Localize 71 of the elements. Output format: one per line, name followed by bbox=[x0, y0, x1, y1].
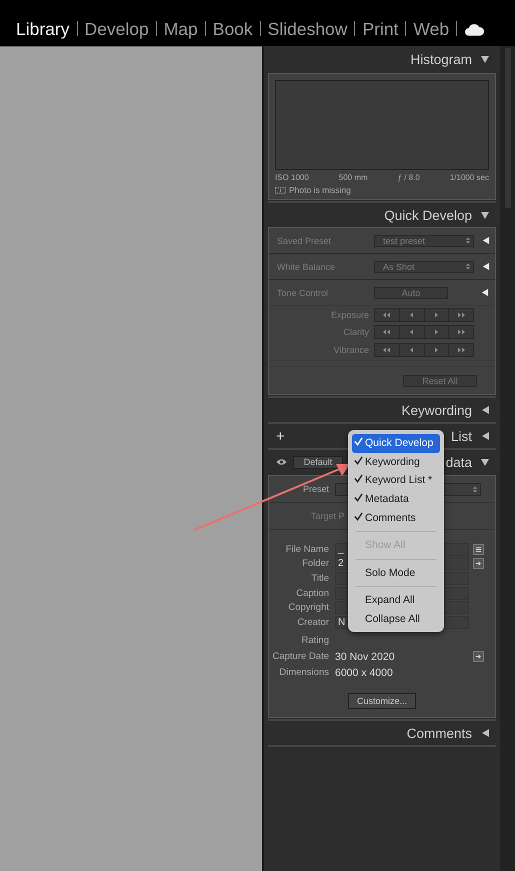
collapse-triangle-icon[interactable] bbox=[480, 457, 490, 467]
module-tab[interactable]: Book bbox=[206, 18, 260, 40]
menu-item[interactable]: Metadata bbox=[352, 490, 440, 508]
photo-missing-icon bbox=[275, 186, 286, 194]
module-tab[interactable]: Library bbox=[16, 18, 76, 40]
expand-triangle-icon[interactable] bbox=[480, 431, 490, 441]
triangle-icon[interactable] bbox=[480, 288, 489, 297]
module-tab[interactable]: Web bbox=[406, 18, 456, 40]
double-left-icon[interactable] bbox=[382, 312, 392, 318]
list-icon[interactable] bbox=[473, 544, 484, 555]
collapse-triangle-icon[interactable] bbox=[480, 210, 490, 220]
eye-icon[interactable] bbox=[276, 458, 287, 466]
row-label: White Balance bbox=[277, 262, 336, 272]
menu-item[interactable]: Collapse All bbox=[352, 610, 440, 628]
row-label: Exposure bbox=[330, 310, 370, 320]
customize-button[interactable]: Customize... bbox=[348, 692, 416, 709]
collapse-triangle-icon[interactable] bbox=[480, 54, 490, 64]
field-label: Dimensions bbox=[278, 667, 330, 678]
menu-item[interactable]: Quick Develop bbox=[352, 434, 440, 453]
menu-item[interactable]: Solo Mode bbox=[352, 564, 440, 582]
panel-title[interactable]: Histogram bbox=[410, 52, 472, 66]
triangle-icon[interactable] bbox=[481, 262, 490, 271]
field-label: File Name bbox=[284, 544, 330, 555]
module-tab[interactable]: Slideshow bbox=[260, 18, 354, 40]
row-label: Saved Preset bbox=[277, 236, 332, 246]
expand-triangle-icon[interactable] bbox=[480, 405, 490, 415]
exif-info: ISO 1000 bbox=[275, 173, 309, 182]
double-right-icon[interactable] bbox=[456, 347, 466, 353]
cloud-icon[interactable] bbox=[465, 24, 484, 36]
row-label: Tone Control bbox=[277, 288, 330, 298]
panel-title[interactable]: Comments bbox=[406, 726, 472, 740]
spinner-icon[interactable] bbox=[465, 236, 471, 245]
triangle-icon[interactable] bbox=[481, 236, 490, 245]
field-value: 30 Nov 2020 bbox=[335, 650, 395, 663]
field-label: Rating bbox=[300, 635, 330, 646]
field-label: Creator bbox=[296, 616, 330, 628]
menu-item[interactable]: Expand All bbox=[352, 591, 440, 610]
menu-item[interactable]: Keywording bbox=[352, 452, 440, 472]
field-label: Capture Date bbox=[271, 651, 330, 662]
double-right-icon[interactable] bbox=[456, 328, 466, 334]
menu-item[interactable]: Comments bbox=[352, 508, 440, 527]
module-tab[interactable]: Develop bbox=[78, 18, 156, 40]
module-tab[interactable]: Map bbox=[156, 18, 205, 40]
double-left-icon[interactable] bbox=[382, 347, 392, 353]
status-text: Photo is missing bbox=[289, 185, 351, 195]
panel-title[interactable]: Keywording bbox=[401, 402, 472, 418]
exif-info: 500 mm bbox=[338, 173, 368, 182]
arrow-right-icon[interactable] bbox=[473, 651, 484, 662]
preset-dropdown[interactable]: Default bbox=[293, 456, 343, 468]
panel-title[interactable]: List bbox=[450, 428, 472, 444]
arrow-right-icon[interactable] bbox=[473, 558, 484, 570]
double-right-icon[interactable] bbox=[456, 312, 466, 318]
panel-title[interactable]: data bbox=[446, 454, 472, 470]
field-label: Folder bbox=[301, 558, 330, 570]
field-label: Caption bbox=[295, 588, 330, 599]
expand-triangle-icon[interactable] bbox=[480, 728, 490, 738]
field-label: Copyright bbox=[287, 602, 330, 614]
spinner-icon[interactable] bbox=[472, 484, 478, 494]
field-label: Preset bbox=[302, 484, 330, 494]
double-left-icon[interactable] bbox=[382, 328, 392, 334]
spinner-icon[interactable] bbox=[465, 262, 471, 271]
exif-info: 1/1000 sec bbox=[450, 173, 489, 182]
module-tab[interactable]: Print bbox=[355, 18, 406, 40]
menu-item[interactable]: Keyword List * bbox=[352, 471, 440, 490]
row-label: Vibrance bbox=[332, 345, 370, 355]
exif-info: ƒ / 8.0 bbox=[398, 173, 420, 182]
field-label: Title bbox=[310, 572, 330, 584]
field-value: 6000 x 4000 bbox=[335, 666, 393, 679]
add-icon[interactable]: + bbox=[276, 428, 285, 444]
row-label: Clarity bbox=[342, 326, 370, 336]
panel-title[interactable]: Quick Develop bbox=[384, 208, 472, 222]
